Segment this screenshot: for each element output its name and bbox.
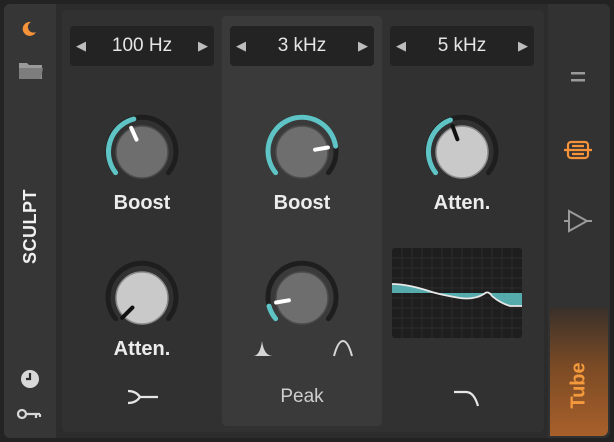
next-arrow-icon[interactable]: ▶ bbox=[192, 38, 214, 54]
key-icon[interactable] bbox=[16, 406, 42, 422]
prev-arrow-icon[interactable]: ◀ bbox=[70, 38, 92, 54]
band-2-boost-label: Boost bbox=[273, 192, 331, 214]
band-1-boost-knob[interactable] bbox=[92, 102, 192, 202]
moon-icon[interactable] bbox=[20, 20, 38, 38]
band-2-boost-knob[interactable] bbox=[252, 102, 352, 202]
band-2-frequency-selector[interactable]: ◀ 3 kHz ▶ bbox=[230, 26, 374, 66]
band-2-filter-type[interactable]: Peak bbox=[222, 386, 382, 408]
amp-mode-icon[interactable] bbox=[563, 208, 593, 234]
band-1: ◀ 100 Hz ▶ Boost Atten. bbox=[62, 16, 222, 426]
wide-q-icon[interactable] bbox=[332, 338, 354, 358]
band-3-atten-label: Atten. bbox=[433, 192, 491, 214]
low-shelf-filter-icon[interactable] bbox=[126, 386, 160, 408]
band-2-frequency: 3 kHz bbox=[277, 35, 327, 56]
band-2-q-knob[interactable] bbox=[252, 248, 352, 348]
next-arrow-icon[interactable]: ▶ bbox=[352, 38, 374, 54]
menu-icon[interactable] bbox=[570, 70, 586, 84]
mode-label[interactable]: Tube bbox=[552, 350, 606, 420]
high-shelf-filter-icon[interactable] bbox=[452, 388, 482, 410]
band-2: ◀ 3 kHz ▶ Boost Peak bbox=[222, 16, 382, 426]
band-1-frequency: 100 Hz bbox=[111, 35, 173, 56]
response-graph bbox=[392, 248, 522, 338]
device-name: SCULPT bbox=[10, 186, 50, 266]
next-arrow-icon[interactable]: ▶ bbox=[512, 38, 534, 54]
clock-icon[interactable] bbox=[19, 368, 41, 390]
narrow-q-icon[interactable] bbox=[252, 338, 274, 358]
band-3-frequency-selector[interactable]: ◀ 5 kHz ▶ bbox=[390, 26, 534, 66]
band-1-atten-label: Atten. bbox=[113, 338, 171, 360]
band-1-frequency-selector[interactable]: ◀ 100 Hz ▶ bbox=[70, 26, 214, 66]
band-3-atten-knob[interactable] bbox=[412, 102, 512, 202]
folder-icon[interactable] bbox=[18, 60, 44, 80]
band-3: ◀ 5 kHz ▶ Atten. bbox=[382, 16, 542, 426]
mode-label-text: Tube bbox=[567, 361, 590, 409]
prev-arrow-icon[interactable]: ◀ bbox=[390, 38, 412, 54]
prev-arrow-icon[interactable]: ◀ bbox=[230, 38, 252, 54]
tube-mode-icon[interactable] bbox=[563, 138, 593, 162]
device-name-label: SCULPT bbox=[19, 188, 40, 264]
band-3-frequency: 5 kHz bbox=[437, 35, 487, 56]
band-1-atten-knob[interactable] bbox=[92, 248, 192, 348]
band-1-boost-label: Boost bbox=[113, 192, 171, 214]
